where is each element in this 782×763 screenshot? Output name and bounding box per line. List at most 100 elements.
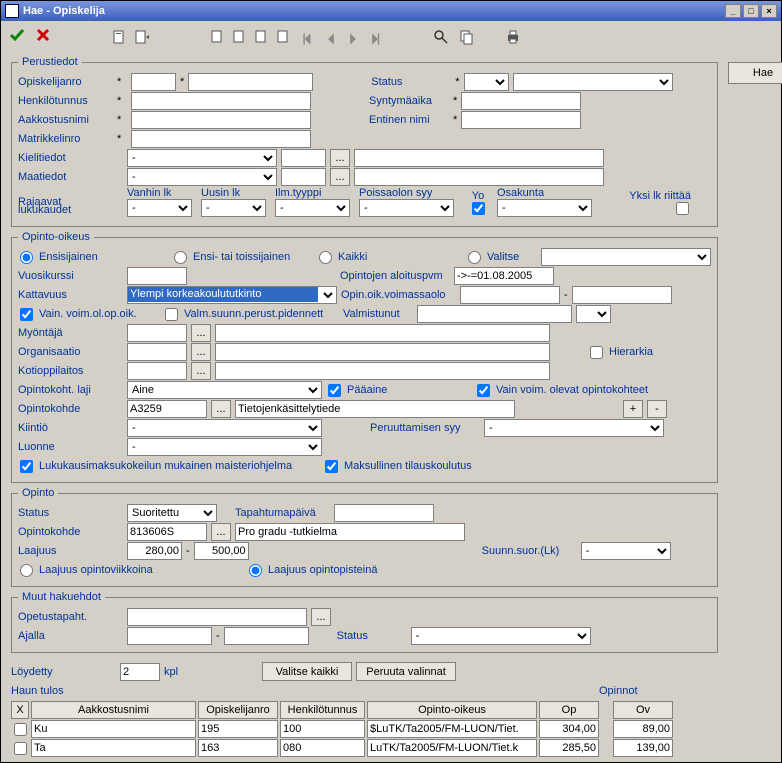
- opiskelijanro-input2[interactable]: [188, 73, 313, 91]
- opintojen-aloitus-input[interactable]: [454, 267, 554, 285]
- status-select1[interactable]: [464, 73, 509, 91]
- next-icon[interactable]: [346, 32, 360, 44]
- opiskelijanro-input1[interactable]: [131, 73, 176, 91]
- oo-opintokohde-browse-button[interactable]: ...: [211, 400, 231, 418]
- oo-opintokohde-name[interactable]: [235, 400, 515, 418]
- peruuta-button[interactable]: Peruuta valinnat: [356, 662, 456, 681]
- oo-opintokohde-input[interactable]: [127, 400, 207, 418]
- minus-button[interactable]: -: [647, 400, 667, 418]
- opintokoht-laji-select[interactable]: Aine: [127, 381, 322, 399]
- suunn-suor-select[interactable]: -: [581, 542, 671, 560]
- lukukausimaksu-checkbox[interactable]: [20, 460, 33, 473]
- laajuus-min-input[interactable]: [127, 542, 182, 560]
- hierarkia-checkbox[interactable]: [590, 346, 603, 359]
- valm-suunn-checkbox[interactable]: [165, 308, 178, 321]
- aakkostusnimi-input[interactable]: [131, 111, 311, 129]
- doc1-icon[interactable]: [111, 29, 127, 45]
- cancel-icon[interactable]: [35, 27, 51, 46]
- vain-voim-olevat-checkbox[interactable]: [477, 384, 490, 397]
- uusin-lk-select[interactable]: -: [201, 199, 266, 217]
- status-select2[interactable]: [513, 73, 673, 91]
- opin-oik-voim-input[interactable]: [460, 286, 560, 304]
- laajuus-ov-radio[interactable]: [20, 564, 33, 577]
- kielitiedot-input[interactable]: [281, 149, 326, 167]
- maksullinen-checkbox[interactable]: [325, 460, 338, 473]
- op-opintokohde-input[interactable]: [127, 523, 207, 541]
- entinen-nimi-input[interactable]: [461, 111, 581, 129]
- opinto-status-select[interactable]: Suoritettu: [127, 504, 217, 522]
- paaaine-checkbox[interactable]: [328, 384, 341, 397]
- maatiedot-name[interactable]: [354, 168, 604, 186]
- ajalla-input2[interactable]: [224, 627, 309, 645]
- ok-icon[interactable]: [9, 27, 25, 46]
- table-row[interactable]: Ku 195 100 $LuTK/Ta2005/FM-LUON/Tiet. 30…: [11, 720, 718, 738]
- kiintio-select[interactable]: -: [127, 419, 322, 437]
- myontaja-name[interactable]: [215, 324, 550, 342]
- muut-status-select[interactable]: -: [411, 627, 591, 645]
- kotioppilaitos-input[interactable]: [127, 362, 187, 380]
- organisaatio-name[interactable]: [215, 343, 550, 361]
- print-icon[interactable]: [505, 29, 521, 45]
- yo-checkbox[interactable]: [472, 202, 485, 215]
- search-icon[interactable]: [433, 29, 449, 45]
- kielitiedot-select[interactable]: -: [127, 149, 277, 167]
- vanhin-lk-select[interactable]: -: [127, 199, 192, 217]
- op-opintokohde-name[interactable]: [235, 523, 465, 541]
- table-row[interactable]: Ta 163 080 LuTK/Ta2005/FM-LUON/Tiet.k 28…: [11, 739, 718, 757]
- hae-button[interactable]: Hae: [728, 62, 782, 84]
- valitse-radio[interactable]: [468, 251, 481, 264]
- doc2-icon[interactable]: [133, 29, 149, 45]
- valmistunut-select[interactable]: [576, 305, 611, 323]
- maximize-button[interactable]: □: [743, 4, 759, 18]
- ensi-tai-radio[interactable]: [174, 251, 187, 264]
- loydetty-input[interactable]: [120, 663, 160, 681]
- laajuus-max-input[interactable]: [194, 542, 249, 560]
- kotioppilaitos-name[interactable]: [215, 362, 550, 380]
- minimize-button[interactable]: _: [725, 4, 741, 18]
- nav3-icon[interactable]: [253, 29, 269, 45]
- last-icon[interactable]: [368, 32, 382, 44]
- luonne-select[interactable]: -: [127, 438, 322, 456]
- laajuus-op-radio[interactable]: [249, 564, 262, 577]
- op-opintokohde-browse-button[interactable]: ...: [211, 523, 231, 541]
- nav1-icon[interactable]: [209, 29, 225, 45]
- maatiedot-select[interactable]: -: [127, 168, 277, 186]
- maatiedot-input[interactable]: [281, 168, 326, 186]
- ajalla-input1[interactable]: [127, 627, 212, 645]
- ensisijainen-radio[interactable]: [20, 251, 33, 264]
- valitse-select[interactable]: [541, 248, 711, 266]
- organisaatio-input[interactable]: [127, 343, 187, 361]
- osakunta-select[interactable]: -: [497, 199, 592, 217]
- maatiedot-browse-button[interactable]: ...: [330, 168, 350, 186]
- peruuttamisen-syy-select[interactable]: -: [484, 419, 664, 437]
- nav4-icon[interactable]: [275, 29, 291, 45]
- prev-icon[interactable]: [324, 32, 338, 44]
- vain-voim-checkbox[interactable]: [20, 308, 33, 321]
- opin-oik-voim-input2[interactable]: [572, 286, 672, 304]
- matrikkelinro-input[interactable]: [131, 130, 311, 148]
- copy-icon[interactable]: [459, 29, 475, 45]
- valitse-kaikki-button[interactable]: Valitse kaikki: [262, 662, 352, 681]
- kaikki-radio[interactable]: [319, 251, 332, 264]
- opetustapaht-browse-button[interactable]: ...: [311, 608, 331, 626]
- row0-checkbox[interactable]: [14, 723, 27, 736]
- myontaja-browse-button[interactable]: ...: [191, 324, 211, 342]
- syntymaaika-input[interactable]: [461, 92, 581, 110]
- plus-button[interactable]: +: [623, 400, 643, 418]
- kotioppilaitos-browse-button[interactable]: ...: [191, 362, 211, 380]
- poissaolon-syy-select[interactable]: -: [359, 199, 454, 217]
- kielitiedot-browse-button[interactable]: ...: [330, 149, 350, 167]
- row1-checkbox[interactable]: [14, 742, 27, 755]
- close-button[interactable]: ×: [761, 4, 777, 18]
- tapahtumapaiva-input[interactable]: [334, 504, 434, 522]
- organisaatio-browse-button[interactable]: ...: [191, 343, 211, 361]
- first-icon[interactable]: [302, 32, 316, 44]
- valmistunut-input[interactable]: [417, 305, 572, 323]
- nav2-icon[interactable]: [231, 29, 247, 45]
- yksi-lk-checkbox[interactable]: [676, 202, 689, 215]
- ilm-tyyppi-select[interactable]: -: [275, 199, 350, 217]
- opetustapaht-input[interactable]: [127, 608, 307, 626]
- myontaja-input[interactable]: [127, 324, 187, 342]
- vuosikurssi-input[interactable]: [127, 267, 187, 285]
- henkilotunnus-input[interactable]: [131, 92, 311, 110]
